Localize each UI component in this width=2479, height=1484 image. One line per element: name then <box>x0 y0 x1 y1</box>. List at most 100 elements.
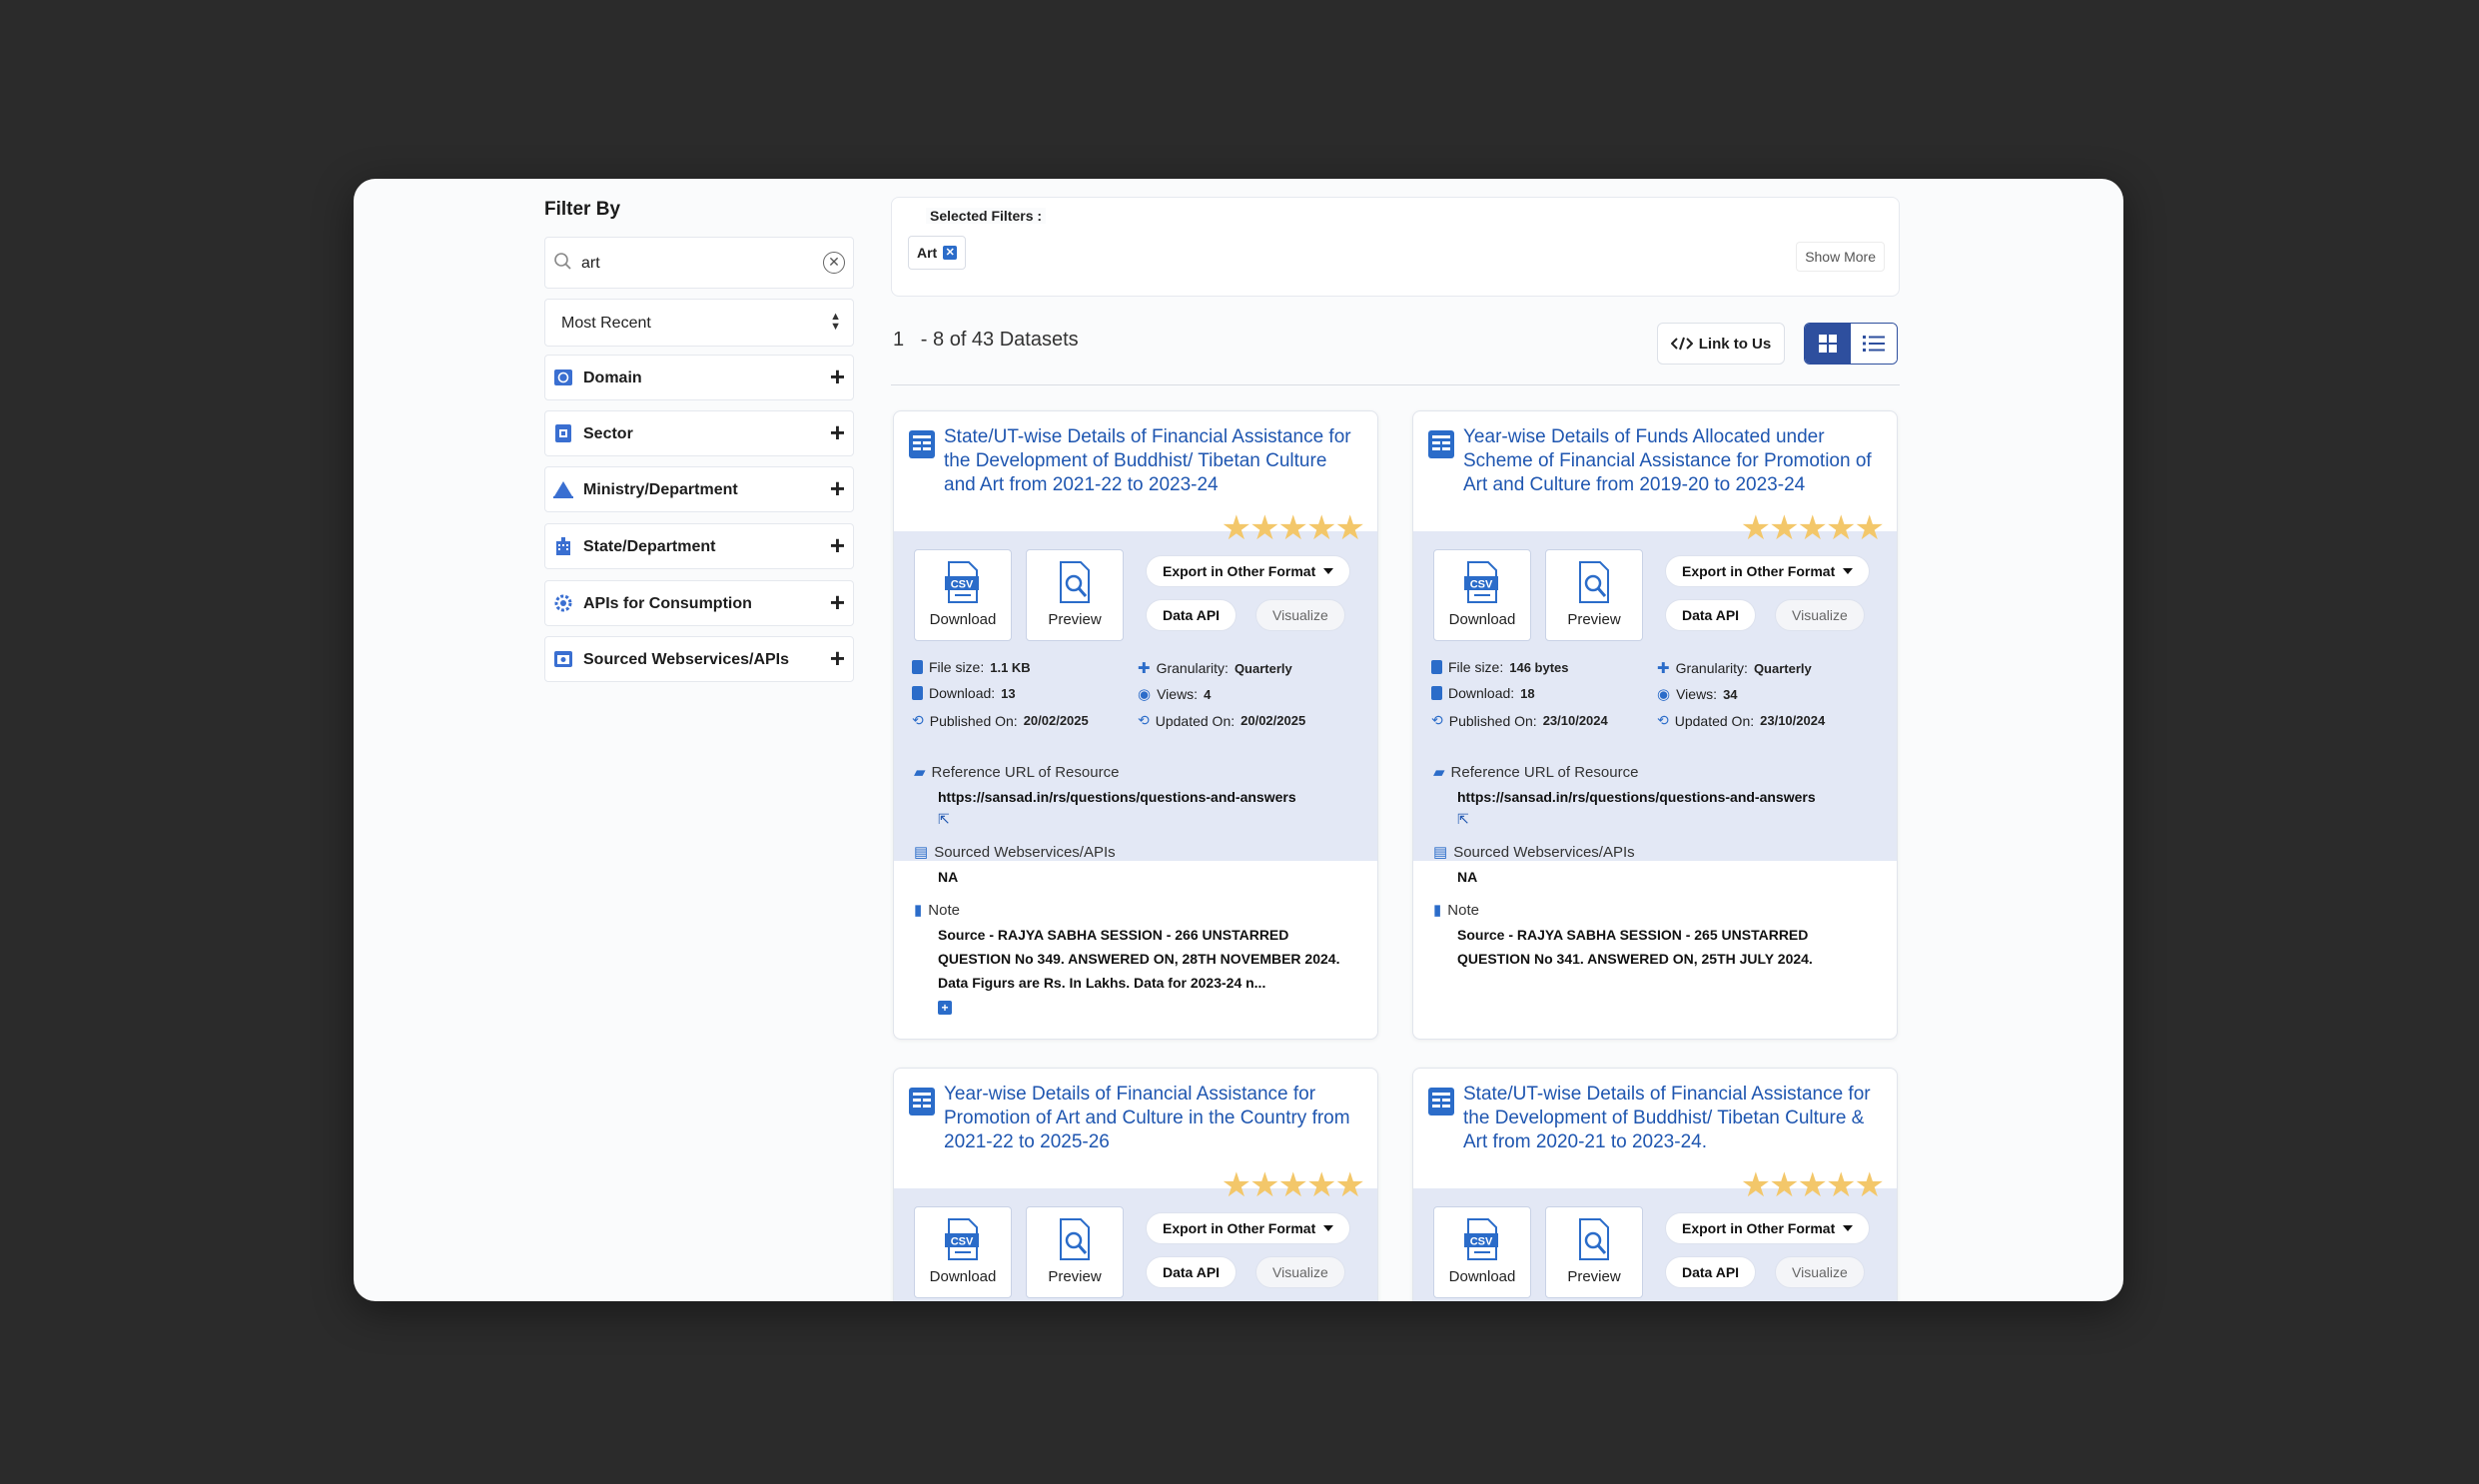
domain-icon <box>554 370 572 385</box>
note-heading: Note <box>1447 901 1479 919</box>
dropdown-caret-icon <box>1323 568 1334 574</box>
expand-plus-icon[interactable]: + <box>830 643 845 674</box>
facet-label: Sector <box>583 425 633 442</box>
table-icon <box>909 430 935 458</box>
dataset-title-link[interactable]: Year-wise Details of Funds Allocated und… <box>1463 425 1883 497</box>
download-csv-button[interactable]: CSV Download <box>1433 549 1531 641</box>
facet-apis[interactable]: APIs for Consumption + <box>544 580 854 626</box>
preview-button[interactable]: Preview <box>1026 1206 1124 1298</box>
note-section: ▮ Note Source - RAJYA SABHA SESSION - 266… <box>914 901 1363 1015</box>
show-more-button[interactable]: Show More <box>1796 242 1885 272</box>
clear-search-icon[interactable]: ✕ <box>823 252 845 274</box>
download-doc-icon <box>912 686 923 700</box>
link-to-us-label: Link to Us <box>1698 335 1772 353</box>
chip-label: Art <box>917 245 938 261</box>
preview-button[interactable]: Preview <box>1545 549 1643 641</box>
data-api-button[interactable]: Data API <box>1665 1256 1757 1288</box>
visualize-button[interactable]: Visualize <box>1255 1256 1345 1288</box>
facet-label: Domain <box>583 370 642 386</box>
download-count: Download: 18 <box>1431 685 1535 701</box>
preview-button[interactable]: Preview <box>1545 1206 1643 1298</box>
dataset-title-link[interactable]: Year-wise Details of Financial Assistanc… <box>944 1083 1363 1154</box>
facet-state[interactable]: State/Department + <box>544 523 854 569</box>
expand-plus-icon[interactable]: + <box>830 417 845 448</box>
dataset-title-link[interactable]: State/UT-wise Details of Financial Assis… <box>1463 1083 1883 1154</box>
preview-label: Preview <box>1567 1268 1621 1285</box>
download-csv-button[interactable]: CSV Download <box>1433 1206 1531 1298</box>
external-link-icon[interactable]: ⇱ <box>938 811 1363 828</box>
link-to-us-button[interactable]: Link to Us <box>1657 323 1785 365</box>
remove-chip-icon[interactable]: ✕ <box>943 246 958 260</box>
published-date: ⟲ Published On: 23/10/2024 <box>1431 712 1608 729</box>
rating-stars: ★★★★★ <box>1221 509 1365 547</box>
webservice-icon <box>554 651 572 667</box>
file-size: File size: 146 bytes <box>1431 659 1569 675</box>
filter-title: Filter By <box>544 199 621 220</box>
dataset-card: Year-wise Details of Financial Assistanc… <box>893 1068 1378 1301</box>
sort-select[interactable]: Most Recent ▲ ▼ <box>544 299 854 347</box>
preview-button[interactable]: Preview <box>1026 549 1124 641</box>
expand-note-button[interactable]: + <box>938 1001 952 1015</box>
file-icon <box>1431 660 1442 674</box>
download-csv-button[interactable]: CSV Download <box>914 549 1012 641</box>
csv-text: CSV <box>951 1236 974 1248</box>
export-format-dropdown[interactable]: Export in Other Format <box>1146 555 1351 587</box>
export-format-dropdown[interactable]: Export in Other Format <box>1146 1212 1351 1244</box>
note-icon: ▮ <box>914 902 923 919</box>
note-heading: Note <box>928 901 960 919</box>
range-start: 1 <box>893 329 905 351</box>
ref-url-link[interactable]: https://sansad.in/rs/questions/questions… <box>938 785 1363 809</box>
puzzle-icon: ✚ <box>1138 660 1151 677</box>
expand-plus-icon[interactable]: + <box>830 362 845 392</box>
facet-label: APIs for Consumption <box>583 595 752 612</box>
facet-ministry[interactable]: Ministry/Department + <box>544 466 854 512</box>
csv-file-icon: CSV <box>945 561 979 603</box>
expand-plus-icon[interactable]: + <box>830 530 845 561</box>
data-api-button[interactable]: Data API <box>1146 599 1238 631</box>
facet-domain[interactable]: Domain + <box>544 355 854 400</box>
dataset-card: State/UT-wise Details of Financial Assis… <box>893 410 1378 1040</box>
filter-chip-art[interactable]: Art ✕ <box>908 236 967 270</box>
facet-label: Ministry/Department <box>583 481 738 498</box>
dataset-card: State/UT-wise Details of Financial Assis… <box>1412 1068 1898 1301</box>
export-label: Export in Other Format <box>1682 563 1836 579</box>
visualize-button[interactable]: Visualize <box>1775 1256 1865 1288</box>
download-csv-button[interactable]: CSV Download <box>914 1206 1012 1298</box>
table-icon <box>1428 430 1454 458</box>
external-link-icon[interactable]: ⇱ <box>1457 811 1883 828</box>
dropdown-caret-icon <box>1843 568 1854 574</box>
updated-date: ⟲ Updated On: 23/10/2024 <box>1657 712 1826 729</box>
note-text: Source - RAJYA SABHA SESSION - 265 UNSTA… <box>1457 927 1813 967</box>
visualize-button[interactable]: Visualize <box>1775 599 1865 631</box>
download-count: Download: 13 <box>912 685 1016 701</box>
search-input[interactable] <box>579 248 813 280</box>
export-format-dropdown[interactable]: Export in Other Format <box>1665 555 1871 587</box>
sourced-heading: Sourced Webservices/APIs <box>934 843 1116 861</box>
grid-view-button[interactable] <box>1805 324 1851 364</box>
facet-webservices[interactable]: Sourced Webservices/APIs + <box>544 636 854 682</box>
visualize-button[interactable]: Visualize <box>1255 599 1345 631</box>
api-gear-icon <box>554 594 572 612</box>
download-label: Download <box>929 1268 997 1285</box>
data-api-button[interactable]: Data API <box>1665 599 1757 631</box>
sourced-heading: Sourced Webservices/APIs <box>1453 843 1635 861</box>
data-api-button[interactable]: Data API <box>1146 1256 1238 1288</box>
facet-label: State/Department <box>583 538 716 555</box>
csv-text: CSV <box>1470 1236 1493 1248</box>
note-section: ▮ Note Source - RAJYA SABHA SESSION - 265… <box>1433 901 1883 971</box>
search-icon <box>554 253 571 270</box>
ref-url-heading: Reference URL of Resource <box>1450 763 1639 781</box>
dataset-title-link[interactable]: State/UT-wise Details of Financial Assis… <box>944 425 1363 497</box>
download-label: Download <box>1448 1268 1516 1285</box>
puzzle-icon: ✚ <box>1657 660 1670 677</box>
eye-icon: ◉ <box>1138 686 1152 703</box>
expand-plus-icon[interactable]: + <box>830 473 845 504</box>
export-label: Export in Other Format <box>1163 563 1316 579</box>
expand-plus-icon[interactable]: + <box>830 587 845 618</box>
ref-url-link[interactable]: https://sansad.in/rs/questions/questions… <box>1457 785 1883 809</box>
export-format-dropdown[interactable]: Export in Other Format <box>1665 1212 1871 1244</box>
list-view-button[interactable] <box>1851 324 1897 364</box>
note-icon: ▮ <box>1433 902 1442 919</box>
facet-sector[interactable]: Sector + <box>544 410 854 456</box>
state-icon <box>556 537 570 555</box>
